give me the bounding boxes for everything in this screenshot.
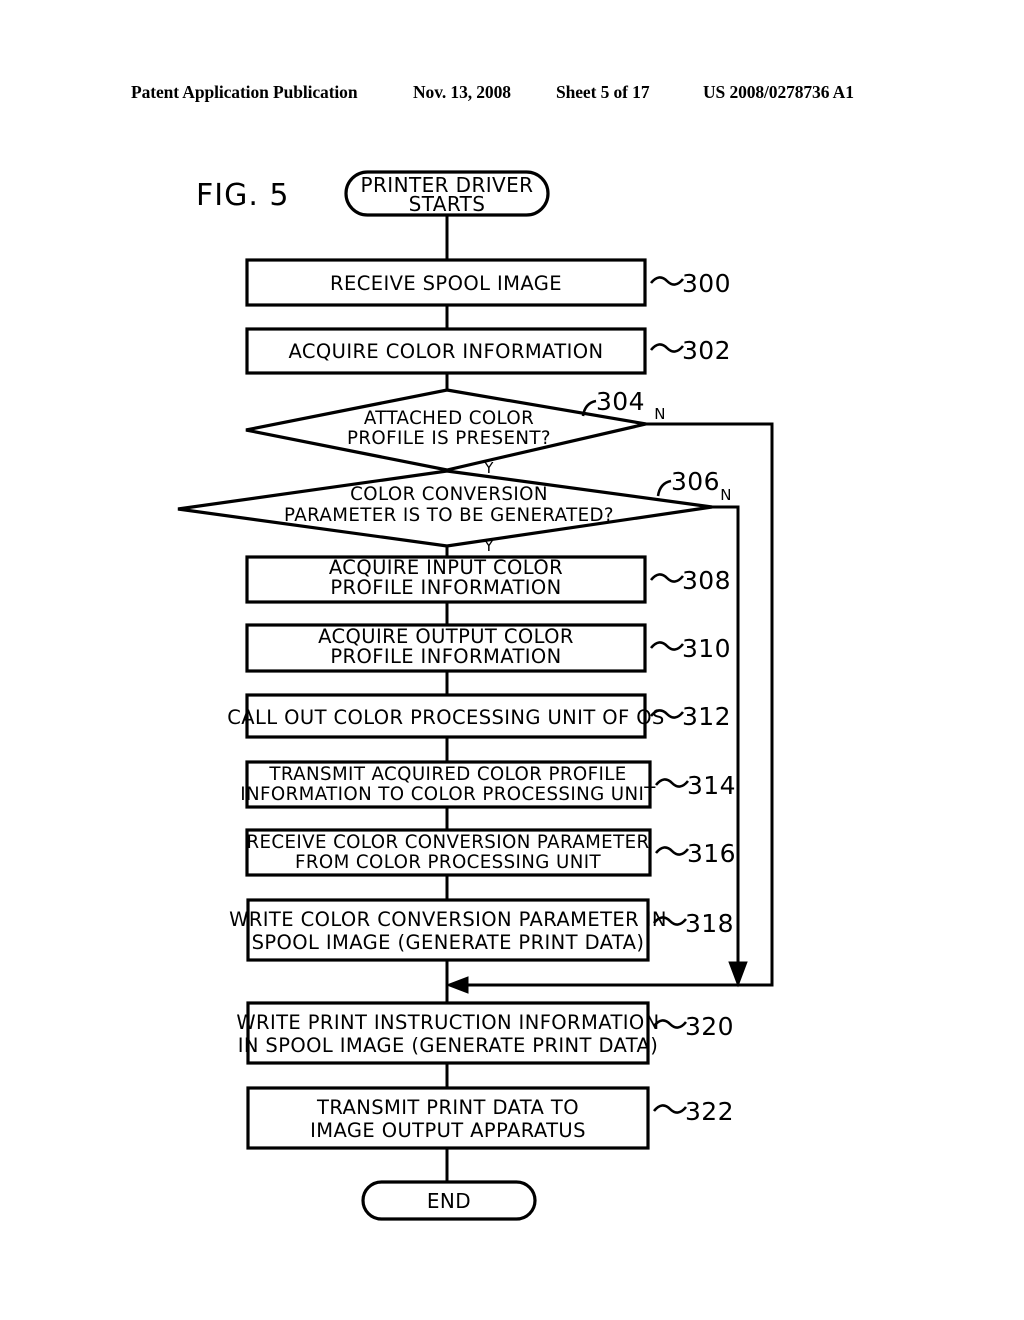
step-320-label-line2: IN SPOOL IMAGE (GENERATE PRINT DATA): [238, 1034, 659, 1057]
step-314-label-line2: INFORMATION TO COLOR PROCESSING UNIT: [240, 784, 656, 805]
leader-line-306: [656, 479, 672, 497]
node-decision-304: ATTACHED COLOR PROFILE IS PRESENT? 304 N…: [245, 387, 666, 477]
decision-306-yes-label: Y: [483, 537, 494, 555]
leader-line-308: [649, 573, 685, 583]
ref-number-320: 320: [685, 1012, 734, 1041]
node-decision-306: COLOR CONVERSION PARAMETER IS TO BE GENE…: [177, 467, 732, 555]
leader-line-316: [654, 846, 690, 856]
node-step-322: TRANSMIT PRINT DATA TO IMAGE OUTPUT APPA…: [246, 1086, 734, 1150]
arrowhead-merge-into-main: [445, 976, 469, 994]
step-316-label-line1: RECEIVE COLOR CONVERSION PARAMETER: [246, 832, 649, 853]
ref-number-310: 310: [682, 634, 731, 663]
decision-304-label-line2: PROFILE IS PRESENT?: [347, 428, 551, 449]
ref-number-322: 322: [685, 1097, 734, 1126]
leader-line-300: [649, 276, 685, 286]
ref-number-304: 304: [596, 387, 645, 416]
step-310-label-line2: PROFILE INFORMATION: [330, 645, 561, 668]
node-end: END: [361, 1180, 537, 1221]
decision-306-label-line2: PARAMETER IS TO BE GENERATED?: [284, 505, 614, 526]
step-318-label-line2: SPOOL IMAGE (GENERATE PRINT DATA): [252, 931, 645, 954]
step-322-label-line2: IMAGE OUTPUT APPARATUS: [310, 1119, 586, 1142]
start-terminal-label-line2: STARTS: [409, 192, 486, 216]
ref-number-314: 314: [687, 771, 736, 800]
decision-306-label-line1: COLOR CONVERSION: [350, 484, 548, 505]
arrowhead-306-no-into-merge: [728, 961, 748, 988]
leader-line-314: [654, 778, 690, 788]
step-318-label-line1: WRITE COLOR CONVERSION PARAMETER IN: [229, 908, 667, 931]
step-316-label-line2: FROM COLOR PROCESSING UNIT: [295, 852, 601, 873]
node-step-308: ACQUIRE INPUT COLOR PROFILE INFORMATION …: [245, 555, 731, 604]
step-300-label: RECEIVE SPOOL IMAGE: [330, 272, 562, 295]
leader-line-302: [649, 343, 685, 353]
step-308-label-line2: PROFILE INFORMATION: [330, 576, 561, 599]
leader-line-322: [652, 1104, 688, 1114]
node-step-316: RECEIVE COLOR CONVERSION PARAMETER FROM …: [245, 828, 736, 877]
ref-number-318: 318: [685, 909, 734, 938]
step-320-label-line1: WRITE PRINT INSTRUCTION INFORMATION: [236, 1011, 659, 1034]
step-302-label: ACQUIRE COLOR INFORMATION: [289, 340, 604, 363]
step-312-label: CALL OUT COLOR PROCESSING UNIT OF OS: [227, 706, 664, 729]
node-step-302: ACQUIRE COLOR INFORMATION 302: [245, 327, 731, 375]
ref-number-312: 312: [682, 702, 731, 731]
ref-number-300: 300: [682, 269, 731, 298]
decision-304-yes-label: Y: [483, 459, 494, 477]
ref-number-302: 302: [682, 336, 731, 365]
node-step-310: ACQUIRE OUTPUT COLOR PROFILE INFORMATION…: [245, 623, 731, 673]
ref-number-316: 316: [687, 839, 736, 868]
step-314-label-line1: TRANSMIT ACQUIRED COLOR PROFILE: [268, 764, 626, 785]
decision-304-label-line1: ATTACHED COLOR: [364, 408, 534, 429]
step-322-label-line1: TRANSMIT PRINT DATA TO: [316, 1096, 579, 1119]
ref-number-308: 308: [682, 566, 731, 595]
node-start: PRINTER DRIVER STARTS: [344, 170, 550, 217]
node-step-320: WRITE PRINT INSTRUCTION INFORMATION IN S…: [236, 1001, 734, 1065]
node-step-314: TRANSMIT ACQUIRED COLOR PROFILE INFORMAT…: [240, 760, 736, 809]
decision-304-no-label: N: [654, 405, 666, 423]
flowchart-diagram: PRINTER DRIVER STARTS RECEIVE SPOOL IMAG…: [177, 170, 774, 1221]
node-step-300: RECEIVE SPOOL IMAGE 300: [245, 258, 731, 307]
leader-line-310: [649, 641, 685, 651]
end-terminal-label: END: [427, 1189, 471, 1213]
node-step-312: CALL OUT COLOR PROCESSING UNIT OF OS 312: [227, 693, 731, 739]
ref-number-306: 306: [671, 467, 720, 496]
node-step-318: WRITE COLOR CONVERSION PARAMETER IN SPOO…: [229, 898, 734, 962]
decision-306-no-label: N: [720, 486, 732, 504]
